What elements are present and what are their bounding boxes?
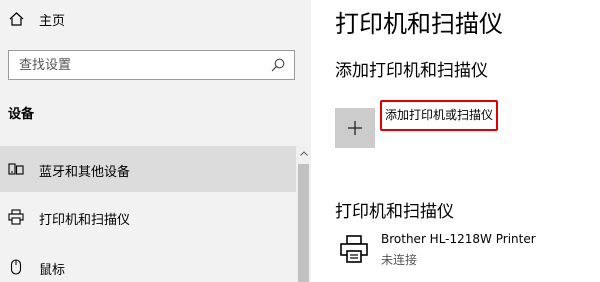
sidebar-scrollbar[interactable] xyxy=(296,146,311,282)
printer-icon xyxy=(8,209,24,225)
sidebar-item-label: 打印机和扫描仪 xyxy=(39,213,131,228)
device-status: 未连接 xyxy=(381,253,418,267)
sidebar: 主页 设备 蓝牙和其他设备 打印机和扫描仪 鼠标 xyxy=(0,0,311,282)
device-name: Brother HL-1218W Printer xyxy=(381,232,536,246)
sidebar-item-mouse[interactable]: 鼠标 xyxy=(0,244,296,282)
search-input[interactable] xyxy=(9,51,259,79)
bluetooth-devices-icon xyxy=(8,163,24,175)
sidebar-item-label: 蓝牙和其他设备 xyxy=(39,165,131,180)
search-icon[interactable] xyxy=(271,58,285,72)
home-nav-item[interactable]: 主页 xyxy=(0,0,296,38)
list-item[interactable]: Brother HL-1218W Printer 未连接 xyxy=(335,228,595,272)
sidebar-item-bluetooth[interactable]: 蓝牙和其他设备 xyxy=(0,146,296,192)
add-printer-button[interactable] xyxy=(335,108,375,148)
section-title-devices: 设备 xyxy=(8,107,35,122)
page-title: 打印机和扫描仪 xyxy=(335,10,503,38)
sidebar-item-printers[interactable]: 打印机和扫描仪 xyxy=(0,194,296,240)
scroll-up-arrow[interactable] xyxy=(296,146,311,161)
scrollbar-thumb[interactable] xyxy=(298,164,309,282)
main-content: 打印机和扫描仪 添加打印机和扫描仪 添加打印机或扫描仪 打印机和扫描仪 Brot… xyxy=(311,0,600,282)
add-printer-label[interactable]: 添加打印机或扫描仪 xyxy=(380,100,499,131)
add-section-title: 添加打印机和扫描仪 xyxy=(335,61,488,81)
printer-icon xyxy=(340,235,368,263)
home-icon xyxy=(9,12,24,26)
sidebar-item-label: 鼠标 xyxy=(39,263,66,278)
mouse-icon xyxy=(10,259,22,275)
chevron-up-icon xyxy=(299,151,308,156)
printer-list-title: 打印机和扫描仪 xyxy=(335,202,454,222)
home-label: 主页 xyxy=(39,14,66,29)
search-box[interactable] xyxy=(8,50,295,80)
plus-icon xyxy=(348,121,362,135)
